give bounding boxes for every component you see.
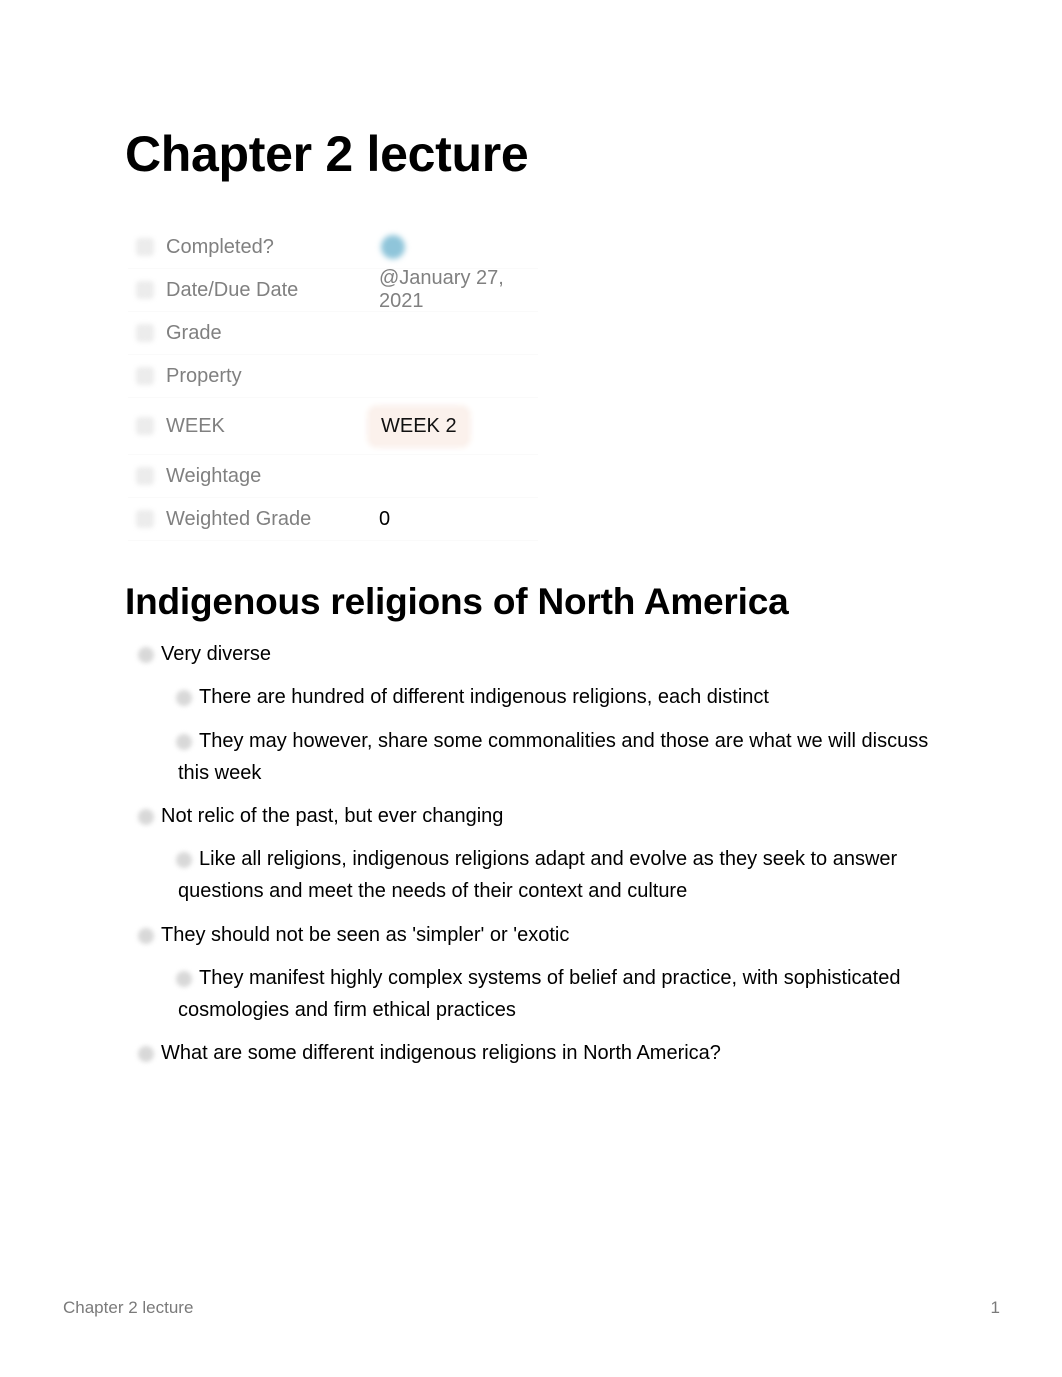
property-row-completed: Completed?: [128, 226, 538, 269]
property-row-property: Property: [128, 355, 538, 398]
property-name: WEEK: [166, 414, 225, 437]
list-item: There are hundred of different indigenou…: [125, 681, 945, 713]
property-name: Weighted Grade: [166, 507, 312, 530]
list-item-text: They should not be seen as 'simpler' or …: [161, 924, 570, 946]
bullet-icon: [138, 647, 154, 663]
property-name: Grade: [166, 321, 222, 344]
list-item: They may however, share some commonaliti…: [125, 725, 945, 789]
property-row-weightage: Weightage: [128, 455, 538, 498]
list-item: What are some different indigenous relig…: [125, 1037, 945, 1069]
document-page: Chapter 2 lecture Completed? Date/Due Da…: [0, 0, 1062, 1377]
bullet-icon: [176, 690, 192, 706]
checkbox-property-icon: [136, 238, 154, 256]
bullet-list: Very diverse There are hundred of differ…: [125, 638, 945, 1069]
date-value[interactable]: @January 27, 2021: [341, 267, 538, 313]
week-tag[interactable]: WEEK 2: [371, 408, 467, 444]
completed-checkbox[interactable]: [381, 235, 405, 259]
select-property-icon: [136, 417, 154, 435]
text-property-icon: [136, 367, 154, 385]
list-item: Not relic of the past, but ever changing: [125, 800, 945, 832]
number-property-icon: [136, 324, 154, 342]
property-name: Date/Due Date: [166, 278, 299, 301]
list-item: They should not be seen as 'simpler' or …: [125, 919, 945, 951]
list-item-text: Like all religions, indigenous religions…: [178, 848, 898, 902]
list-item: Very diverse: [125, 638, 945, 670]
property-row-date: Date/Due Date @January 27, 2021: [128, 267, 538, 313]
weighted-grade-value: 0: [379, 507, 391, 530]
bullet-icon: [176, 971, 192, 987]
property-value[interactable]: [341, 235, 538, 259]
property-name: Property: [166, 364, 242, 387]
list-item-text: What are some different indigenous relig…: [161, 1042, 721, 1064]
property-row-weighted-grade: Weighted Grade 0: [128, 498, 538, 541]
property-name: Weightage: [166, 464, 262, 487]
calendar-property-icon: [136, 281, 154, 299]
number-property-icon: [136, 467, 154, 485]
list-item-text: They may however, share some commonaliti…: [178, 730, 929, 784]
week-value[interactable]: WEEK 2: [341, 408, 538, 444]
formula-property-icon: [136, 510, 154, 528]
page-title: Chapter 2 lecture: [125, 126, 529, 182]
bullet-icon: [176, 852, 192, 868]
property-row-week: WEEK WEEK 2: [128, 398, 538, 455]
property-name: Completed?: [166, 235, 274, 258]
list-item-text: There are hundred of different indigenou…: [199, 686, 769, 708]
footer-page-number: 1: [990, 1298, 1000, 1317]
list-item-text: Very diverse: [161, 643, 272, 665]
properties-table: Completed? Date/Due Date @January 27, 20…: [128, 226, 538, 541]
bullet-icon: [138, 928, 154, 944]
list-item: They manifest highly complex systems of …: [125, 962, 945, 1026]
list-item: Like all religions, indigenous religions…: [125, 843, 945, 907]
footer-title: Chapter 2 lecture: [63, 1298, 194, 1317]
section-heading: Indigenous religions of North America: [125, 581, 789, 622]
property-row-grade: Grade: [128, 312, 538, 355]
list-item-text: Not relic of the past, but ever changing: [161, 805, 504, 827]
list-item-text: They manifest highly complex systems of …: [178, 967, 901, 1021]
bullet-icon: [138, 1046, 154, 1062]
bullet-icon: [138, 809, 154, 825]
bullet-icon: [176, 734, 192, 750]
